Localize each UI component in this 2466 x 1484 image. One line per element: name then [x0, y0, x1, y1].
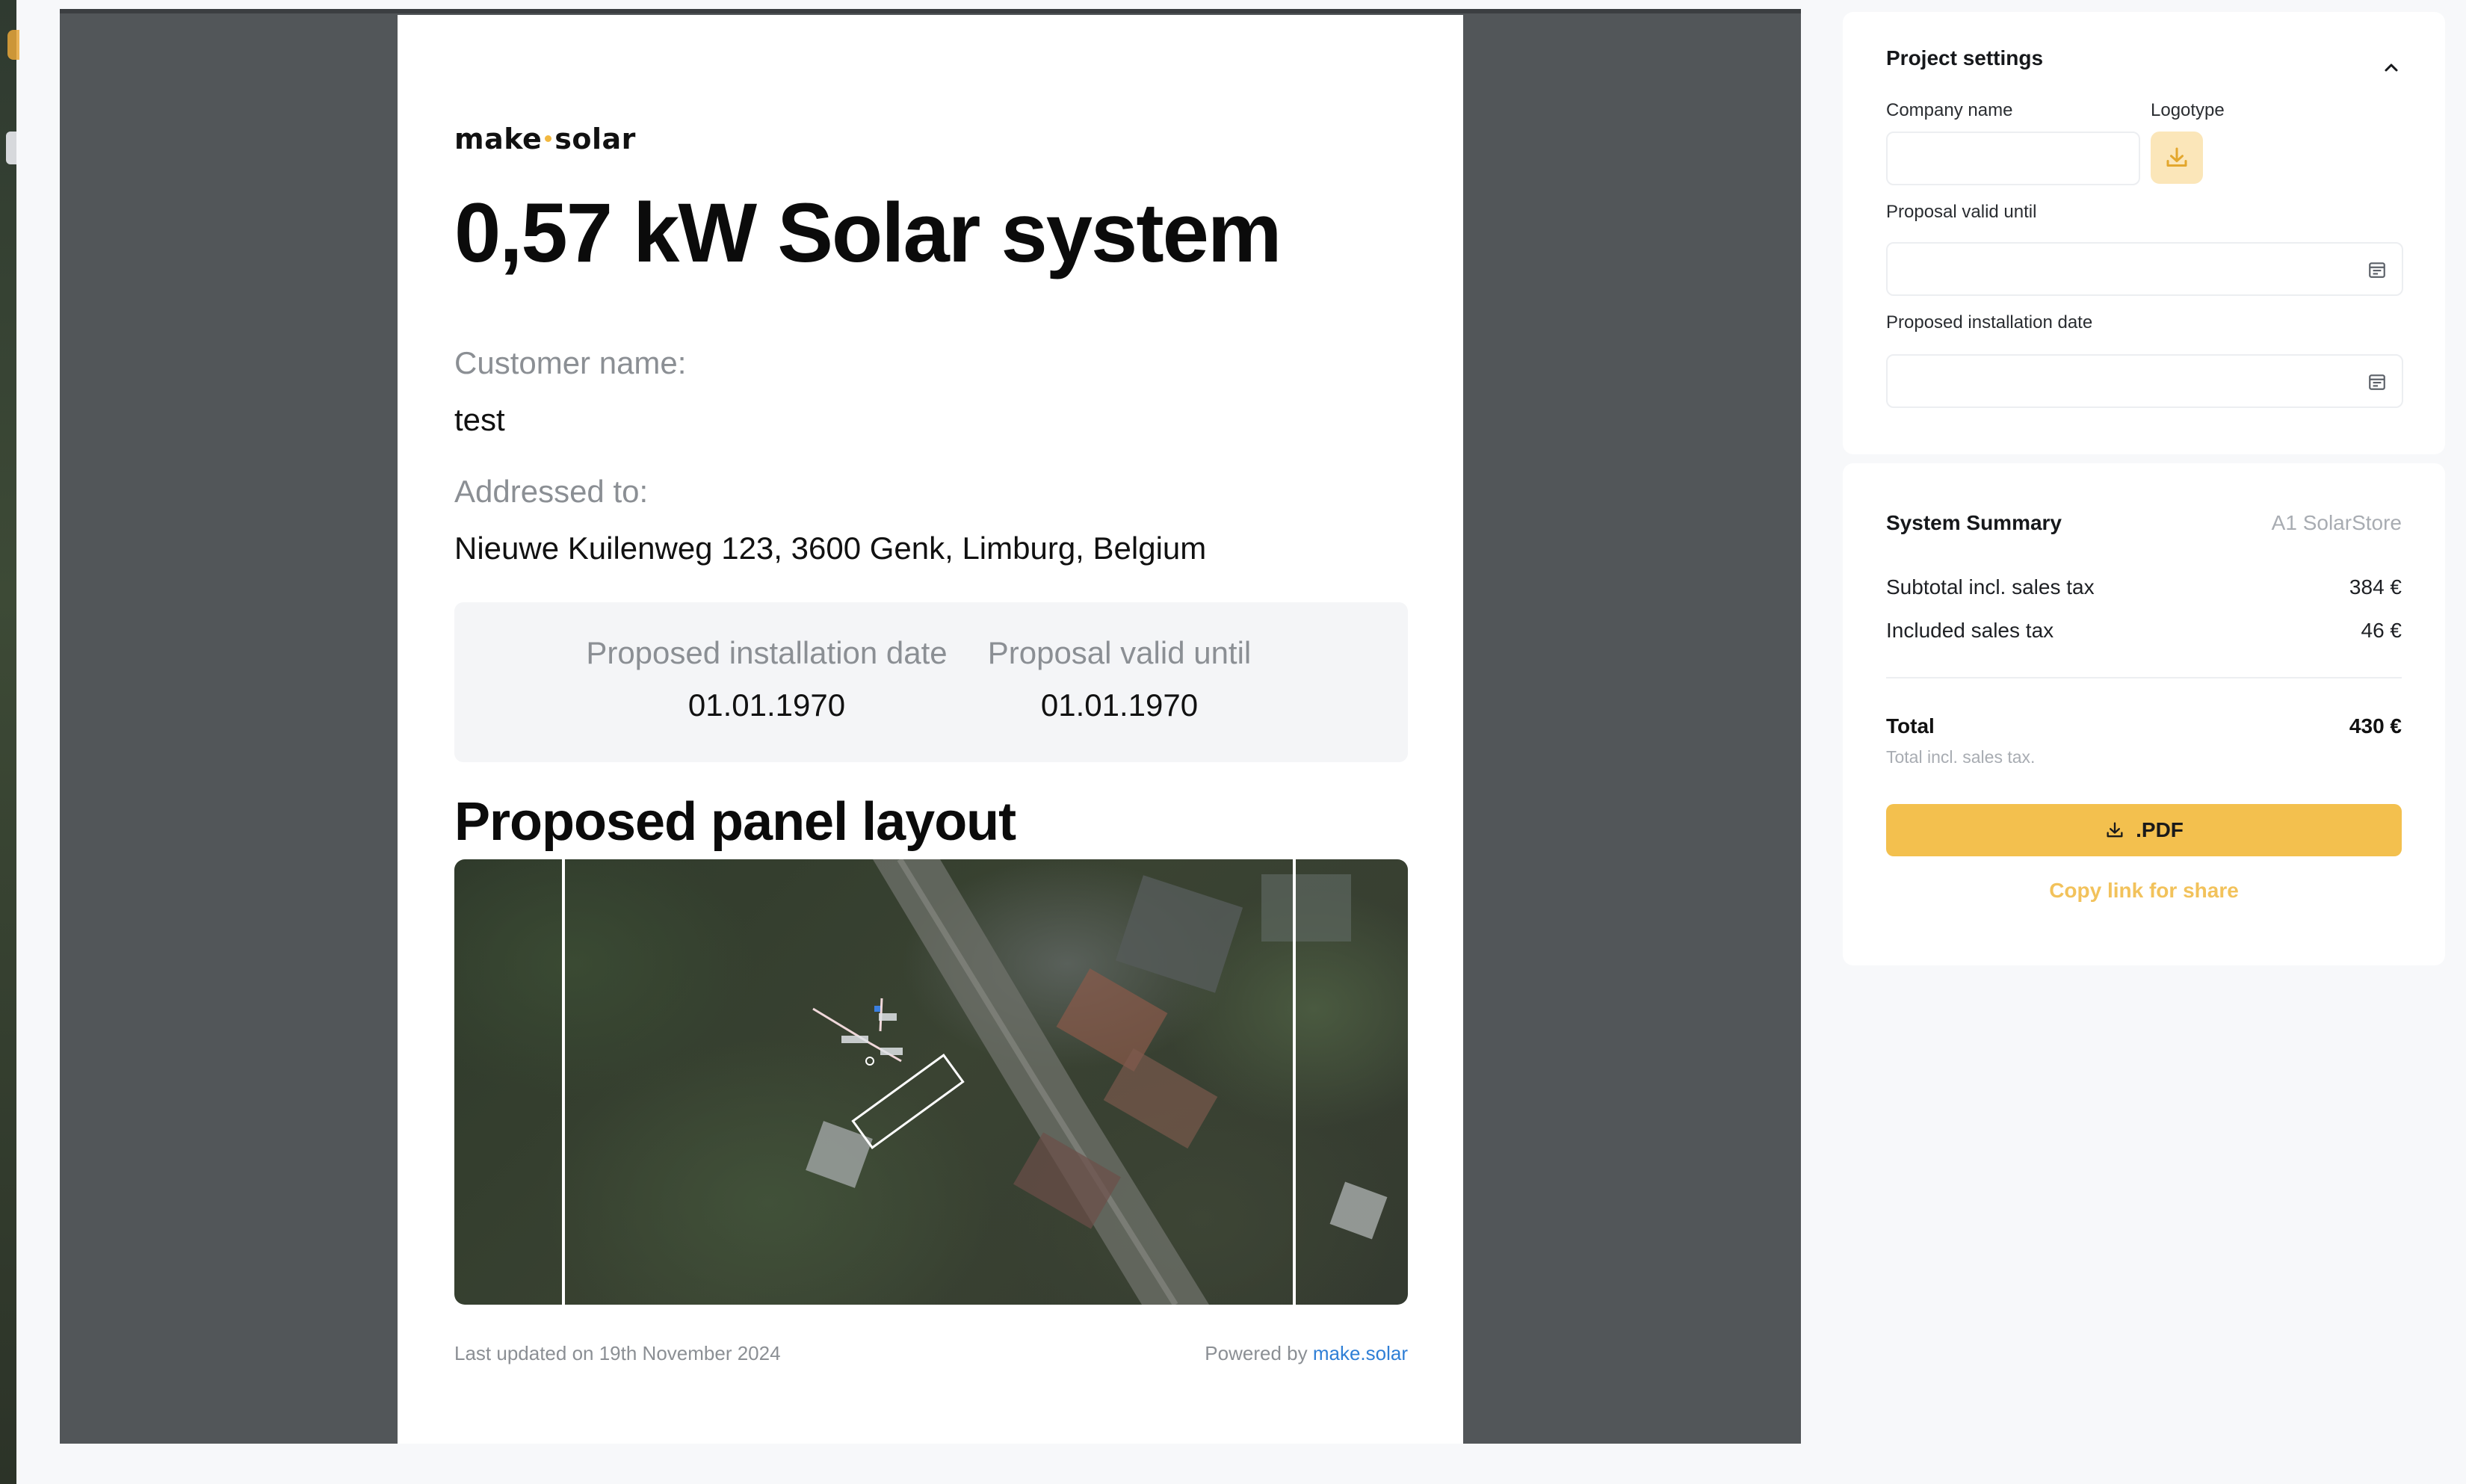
download-pdf-button[interactable]: .PDF [1886, 804, 2402, 856]
powered-by: Powered by make.solar [1205, 1342, 1408, 1365]
download-icon [2107, 822, 2123, 838]
shed-roof [1329, 1181, 1388, 1240]
calendar-icon[interactable] [2367, 260, 2387, 279]
total-note: Total incl. sales tax. [1886, 747, 2036, 767]
edge-indicator [7, 30, 19, 60]
copy-share-link[interactable]: Copy link for share [1886, 879, 2402, 903]
valid-until-block: Proposal valid until 01.01.1970 [977, 635, 1261, 723]
logotype-label: Logotype [2151, 100, 2225, 120]
valid-until-field-label: Proposal valid until [1886, 202, 2037, 222]
logo-text-left: make [454, 123, 543, 155]
building [1261, 874, 1351, 942]
building [1115, 875, 1243, 993]
valid-until-label: Proposal valid until [987, 635, 1252, 670]
proposal-page: make solar 0,57 kW Solar system Customer … [398, 15, 1463, 1444]
address-label: Addressed to: [454, 474, 649, 509]
subtotal-label: Subtotal incl. sales tax [1886, 575, 2095, 599]
sales-tax-value: 46 € [2361, 619, 2402, 642]
download-icon [2166, 147, 2187, 167]
install-date-value: 01.01.1970 [687, 687, 846, 723]
company-name-input[interactable] [1886, 132, 2140, 185]
total-label: Total [1886, 714, 1935, 738]
point-marker [865, 1057, 874, 1066]
last-updated-text: Last updated on 19th November 2024 [454, 1342, 781, 1364]
pdf-button-label: .PDF [2136, 818, 2184, 841]
solar-panel-outline [851, 1054, 965, 1149]
summary-divider [1886, 677, 2402, 678]
customer-name-value: test [454, 402, 505, 437]
address-value: Nieuwe Kuilenweg 123, 3600 Genk, Limburg… [454, 531, 1207, 566]
install-date-block: Proposed installation date 01.01.1970 [580, 635, 954, 723]
install-date-field-label: Proposed installation date [1886, 312, 2093, 333]
project-settings-title: Project settings [1886, 46, 2044, 69]
make-solar-logo: make solar [454, 123, 636, 155]
total-value: 430 € [2349, 714, 2402, 738]
measure-tag [879, 1013, 897, 1021]
logo-text-right: solar [554, 123, 636, 155]
logo-dot-icon [545, 135, 552, 142]
company-name-label: Company name [1886, 100, 2013, 120]
install-date-input[interactable] [1886, 354, 2403, 408]
system-summary-panel: System Summary A1 SolarStore Subtotal in… [1843, 463, 2445, 965]
install-date-label: Proposed installation date [586, 635, 948, 670]
window-edge [0, 0, 19, 1484]
store-name: A1 SolarStore [2271, 511, 2402, 534]
dates-summary-box: Proposed installation date 01.01.1970 Pr… [454, 602, 1408, 762]
calendar-icon[interactable] [2367, 372, 2387, 392]
panel-layout-title: Proposed panel layout [454, 792, 1016, 852]
measure-tag [841, 1036, 868, 1043]
subtotal-value: 384 € [2349, 575, 2402, 599]
roof [1056, 968, 1168, 1072]
logotype-upload-button[interactable] [2151, 132, 2203, 184]
satellite-panel-layout-map [454, 859, 1408, 1305]
map-overlay [562, 859, 1388, 1305]
page-title: 0,57 kW Solar system [454, 186, 1282, 279]
shed-roof [806, 1121, 873, 1188]
powered-by-label: Powered by [1205, 1342, 1308, 1364]
chevron-up-icon[interactable] [2381, 60, 2402, 75]
valid-until-value: 01.01.1970 [1040, 687, 1199, 723]
system-summary-title: System Summary [1886, 511, 2062, 534]
pin-marker [874, 1006, 880, 1012]
customer-name-label: Customer name: [454, 345, 687, 380]
measure-tag [880, 1048, 903, 1055]
edge-tab[interactable] [6, 132, 16, 164]
project-settings-panel: Project settings Company name Logotype P… [1843, 12, 2445, 454]
sales-tax-label: Included sales tax [1886, 619, 2054, 642]
viewer-top-border [60, 9, 1801, 13]
make-solar-link[interactable]: make.solar [1313, 1342, 1408, 1364]
valid-until-date-input[interactable] [1886, 242, 2403, 296]
